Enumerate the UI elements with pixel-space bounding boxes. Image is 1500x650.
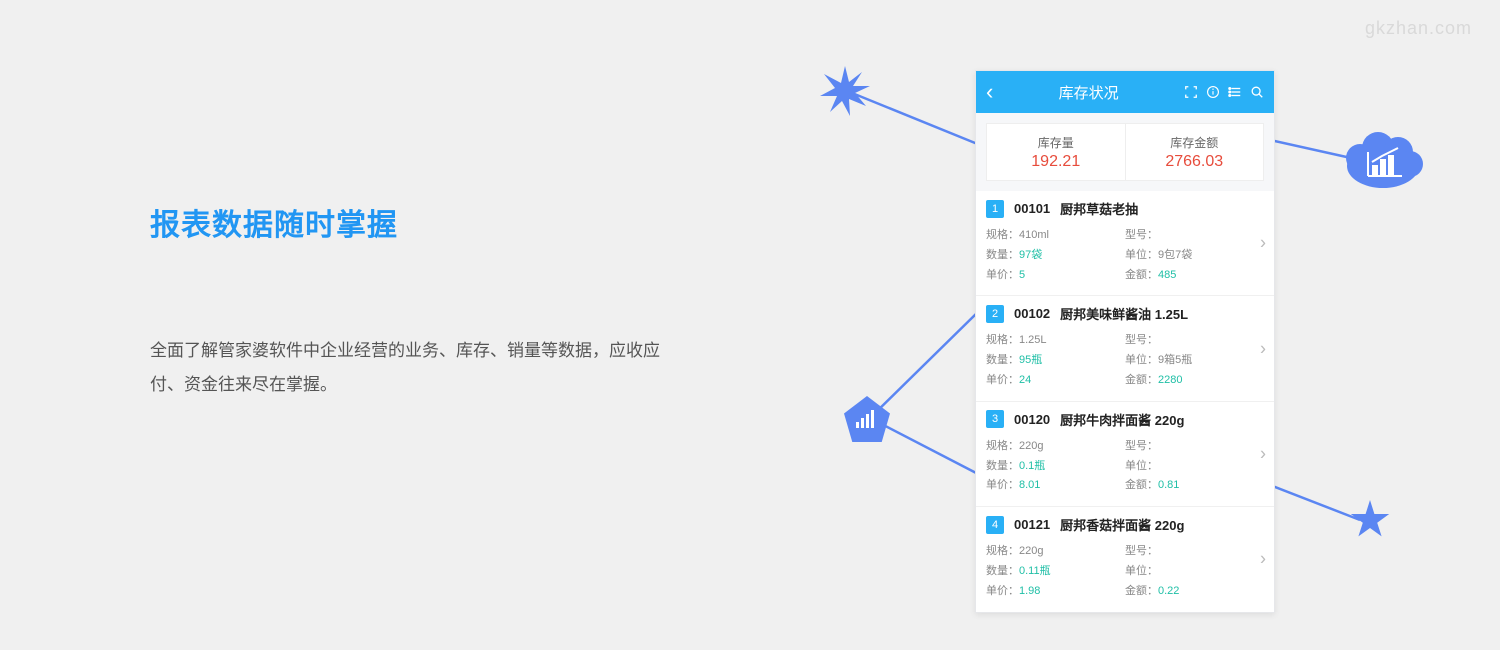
amount-value: 0.22: [1158, 585, 1179, 597]
price-label: 单价：: [986, 374, 1019, 386]
spec-value: 220g: [1019, 545, 1043, 557]
list-icon[interactable]: [1228, 85, 1242, 99]
qty-label: 数量：: [986, 354, 1019, 366]
list-item[interactable]: 4 00121 厨邦香菇拌面酱 220g 规格：220g 数量：0.11瓶 单价…: [976, 506, 1274, 611]
app-header: ‹ 库存状况: [976, 71, 1274, 113]
amount-label: 金额：: [1125, 585, 1158, 597]
spec-value: 1.25L: [1019, 334, 1047, 346]
spec-label: 规格：: [986, 440, 1019, 452]
price-label: 单价：: [986, 479, 1019, 491]
qty-value: 0.1瓶: [1019, 460, 1045, 472]
amount-label: 金额：: [1125, 479, 1158, 491]
qty-value: 0.11瓶: [1019, 565, 1051, 577]
item-index: 1: [986, 200, 1004, 218]
scan-icon[interactable]: [1184, 85, 1198, 99]
spec-label: 规格：: [986, 229, 1019, 241]
model-label: 型号：: [1125, 440, 1158, 452]
chevron-right-icon: ›: [1260, 549, 1266, 570]
summary-qty[interactable]: 库存量 192.21: [987, 124, 1125, 180]
spec-label: 规格：: [986, 334, 1019, 346]
item-name: 厨邦草菇老抽: [1060, 199, 1138, 218]
back-button[interactable]: ‹: [986, 81, 993, 103]
summary-qty-value: 192.21: [1031, 153, 1080, 171]
chevron-right-icon: ›: [1260, 233, 1266, 254]
item-name: 厨邦美味鲜酱油 1.25L: [1060, 304, 1188, 323]
qty-label: 数量：: [986, 565, 1019, 577]
list-item[interactable]: 3 00120 厨邦牛肉拌面酱 220g 规格：220g 数量：0.1瓶 单价：…: [976, 401, 1274, 506]
model-label: 型号：: [1125, 545, 1158, 557]
watermark-text: gkzhan.com: [1365, 18, 1472, 39]
amount-value: 0.81: [1158, 479, 1179, 491]
headline: 报表数据随时掌握: [150, 200, 670, 244]
phone-mockup: ‹ 库存状况: [975, 70, 1275, 613]
burst-decoration: [820, 66, 870, 116]
page-title: 库存状况: [993, 82, 1184, 103]
item-name: 厨邦香菇拌面酱 220g: [1060, 515, 1184, 534]
item-name: 厨邦牛肉拌面酱 220g: [1060, 410, 1184, 429]
price-value: 1.98: [1019, 585, 1040, 597]
qty-label: 数量：: [986, 460, 1019, 472]
amount-label: 金额：: [1125, 269, 1158, 281]
description: 全面了解管家婆软件中企业经营的业务、库存、销量等数据，应收应付、资金往来尽在掌握…: [150, 334, 670, 402]
spec-label: 规格：: [986, 545, 1019, 557]
summary-amount-label: 库存金额: [1170, 134, 1218, 151]
item-code: 00120: [1014, 412, 1050, 427]
item-index: 2: [986, 305, 1004, 323]
amount-value: 2280: [1158, 374, 1182, 386]
price-value: 8.01: [1019, 479, 1040, 491]
price-value: 5: [1019, 269, 1025, 281]
unit-value: 9箱5瓶: [1158, 354, 1192, 366]
item-code: 00101: [1014, 201, 1050, 216]
search-icon[interactable]: [1250, 85, 1264, 99]
summary-card: 库存量 192.21 库存金额 2766.03: [986, 123, 1264, 181]
chevron-right-icon: ›: [1260, 443, 1266, 464]
unit-label: 单位：: [1125, 354, 1158, 366]
qty-value: 95瓶: [1019, 354, 1042, 366]
amount-value: 485: [1158, 269, 1176, 281]
bars-pentagon-decoration: [844, 396, 890, 442]
model-label: 型号：: [1125, 334, 1158, 346]
cloud-chart-decoration: [1340, 128, 1426, 194]
chevron-right-icon: ›: [1260, 338, 1266, 359]
spec-value: 410ml: [1019, 229, 1049, 241]
inventory-list: 1 00101 厨邦草菇老抽 规格：410ml 数量：97袋 单价：5 型号： …: [976, 191, 1274, 612]
item-code: 00102: [1014, 306, 1050, 321]
marketing-copy: 报表数据随时掌握 全面了解管家婆软件中企业经营的业务、库存、销量等数据，应收应付…: [150, 200, 670, 402]
item-index: 4: [986, 516, 1004, 534]
unit-label: 单位：: [1125, 565, 1158, 577]
price-label: 单价：: [986, 269, 1019, 281]
amount-label: 金额：: [1125, 374, 1158, 386]
price-value: 24: [1019, 374, 1031, 386]
summary-amount[interactable]: 库存金额 2766.03: [1125, 124, 1264, 180]
summary-amount-value: 2766.03: [1165, 153, 1223, 171]
spec-value: 220g: [1019, 440, 1043, 452]
summary-qty-label: 库存量: [1038, 134, 1074, 151]
star-decoration: [1350, 500, 1390, 540]
unit-label: 单位：: [1125, 249, 1158, 261]
qty-label: 数量：: [986, 249, 1019, 261]
list-item[interactable]: 2 00102 厨邦美味鲜酱油 1.25L 规格：1.25L 数量：95瓶 单价…: [976, 295, 1274, 400]
unit-value: 9包7袋: [1158, 249, 1192, 261]
info-icon[interactable]: [1206, 85, 1220, 99]
model-label: 型号：: [1125, 229, 1158, 241]
unit-label: 单位：: [1125, 460, 1158, 472]
price-label: 单价：: [986, 585, 1019, 597]
item-index: 3: [986, 410, 1004, 428]
list-item[interactable]: 1 00101 厨邦草菇老抽 规格：410ml 数量：97袋 单价：5 型号： …: [976, 191, 1274, 295]
item-code: 00121: [1014, 517, 1050, 532]
qty-value: 97袋: [1019, 249, 1042, 261]
